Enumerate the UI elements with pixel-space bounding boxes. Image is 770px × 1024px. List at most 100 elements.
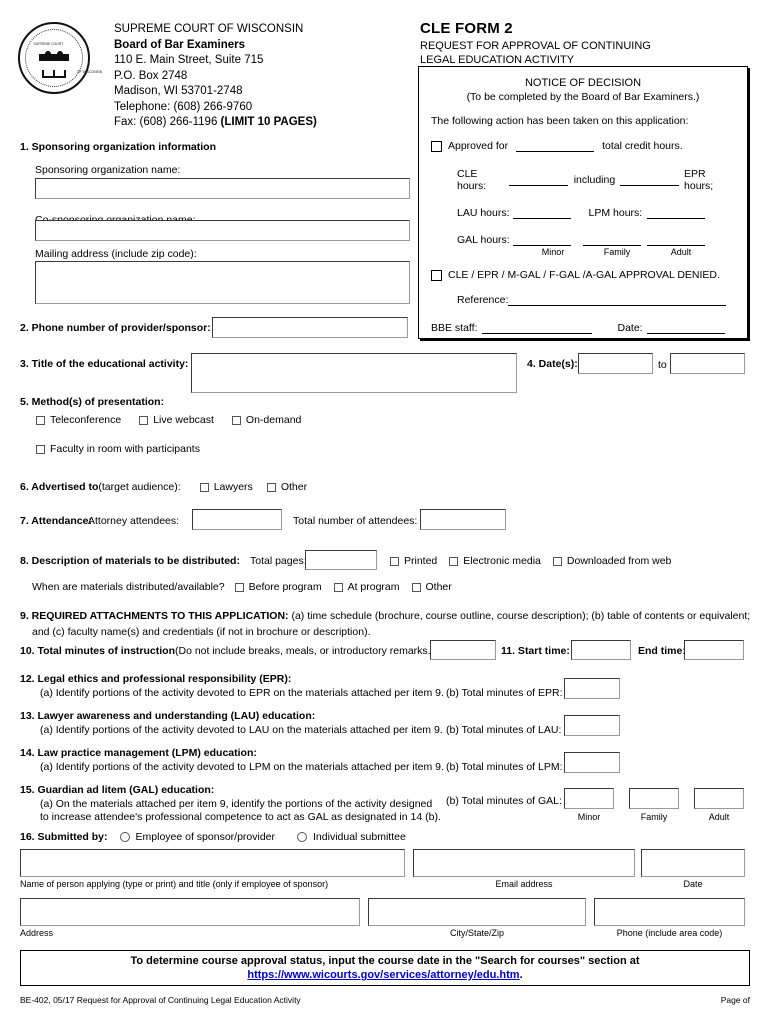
live-webcast-label: Live webcast bbox=[153, 414, 214, 426]
gal-adult-minutes-input[interactable] bbox=[694, 788, 744, 809]
total-pages-input[interactable] bbox=[305, 550, 377, 570]
section-15-heading: 15. Guardian ad litem (GAL) education: bbox=[20, 784, 215, 796]
approved-checkbox[interactable] bbox=[431, 140, 442, 152]
downloaded-from-web-checkbox[interactable] bbox=[552, 556, 562, 566]
notice-title: NOTICE OF DECISION bbox=[524, 77, 642, 89]
form-title-block: CLE FORM 2 REQUEST FOR APPROVAL OF CONTI… bbox=[420, 20, 750, 67]
lpm-minutes-input[interactable] bbox=[564, 752, 620, 773]
submit-date-input[interactable] bbox=[641, 849, 745, 877]
on-demand-checkbox[interactable] bbox=[231, 415, 241, 425]
section-10-row: 10. Total minutes of instruction (Do not… bbox=[20, 645, 437, 657]
before-program-checkbox[interactable] bbox=[234, 582, 244, 592]
section-13-a-text: (a) Identify portions of the activity de… bbox=[40, 724, 443, 736]
live-webcast-checkbox[interactable] bbox=[139, 415, 149, 425]
denied-checkbox[interactable] bbox=[431, 269, 442, 281]
teleconference-checkbox[interactable] bbox=[36, 415, 45, 425]
other-when-checkbox[interactable] bbox=[411, 582, 421, 592]
section-15-a-text-2: to increase attendee's professional comp… bbox=[40, 811, 441, 823]
seal-text-top: SUPREME COURT bbox=[33, 41, 64, 46]
provider-phone-input[interactable] bbox=[212, 317, 408, 338]
lawyers-checkbox[interactable] bbox=[199, 482, 209, 492]
attorney-attendees-input[interactable] bbox=[192, 509, 282, 530]
lpm-hours-label: LPM hours: bbox=[588, 207, 643, 219]
before-program-label: Before program bbox=[248, 581, 322, 593]
start-time-input[interactable] bbox=[571, 640, 631, 660]
gal-adult-field[interactable] bbox=[646, 235, 705, 246]
court-name: SUPREME COURT OF WISCONSIN bbox=[114, 23, 304, 35]
mailing-address-label: Mailing address (include zip code): bbox=[35, 248, 197, 260]
faculty-in-room-checkbox[interactable] bbox=[36, 444, 45, 454]
cle-hours-label: CLE hours: bbox=[457, 168, 487, 192]
notice-subtitle: (To be completed by the Board of Bar Exa… bbox=[466, 91, 700, 103]
applicant-name-caption: Name of person applying (type or print) … bbox=[20, 879, 329, 889]
address-line-3: Madison, WI 53701-2748 bbox=[114, 85, 243, 97]
gal-family-minutes-input[interactable] bbox=[629, 788, 679, 809]
bbe-staff-field[interactable] bbox=[481, 323, 592, 334]
applicant-name-input[interactable] bbox=[20, 849, 405, 877]
email-input[interactable] bbox=[413, 849, 635, 877]
section-13-heading: 13. Lawyer awareness and understanding (… bbox=[20, 710, 316, 722]
cle-hours-field[interactable] bbox=[508, 175, 568, 186]
employee-of-sponsor-radio[interactable] bbox=[119, 832, 130, 842]
notice-date-label: Date: bbox=[617, 322, 643, 334]
gal-minor-minutes-input[interactable] bbox=[564, 788, 614, 809]
section-5-heading: 5. Method(s) of presentation: bbox=[20, 396, 165, 408]
section-13-b-label: (b) Total minutes of LAU: bbox=[446, 724, 562, 736]
epr-hours-label: EPR hours; bbox=[684, 168, 714, 192]
total-attendees-input[interactable] bbox=[420, 509, 506, 530]
form-subtitle-line-2: LEGAL EDUCATION ACTIVITY bbox=[420, 54, 575, 66]
end-time-input[interactable] bbox=[684, 640, 744, 660]
wicourts-url-link[interactable]: https://www.wicourts.gov/services/attorn… bbox=[247, 969, 519, 981]
epr-minutes-input[interactable] bbox=[564, 678, 620, 699]
mailing-address-input[interactable] bbox=[35, 261, 410, 304]
notice-of-decision-box: NOTICE OF DECISION (To be completed by t… bbox=[418, 66, 748, 339]
gal-family-label: Family bbox=[603, 247, 631, 257]
printed-checkbox[interactable] bbox=[390, 556, 399, 566]
gal-family-caption: Family bbox=[640, 812, 668, 822]
form-number: CLE FORM 2 bbox=[420, 20, 513, 37]
cosponsoring-org-input[interactable] bbox=[35, 220, 410, 241]
attorney-attendees-label: Attorney attendees: bbox=[88, 515, 180, 527]
sponsoring-org-label: Sponsoring organization name: bbox=[35, 164, 181, 176]
lau-hours-field[interactable] bbox=[512, 208, 571, 219]
individual-submittee-label: Individual submittee bbox=[313, 831, 406, 843]
section-16-heading: 16. Submitted by: bbox=[20, 831, 108, 843]
activity-title-input[interactable] bbox=[191, 353, 517, 393]
lpm-hours-field[interactable] bbox=[647, 208, 706, 219]
phone-input[interactable] bbox=[594, 898, 745, 926]
approved-suffix: total credit hours. bbox=[602, 140, 683, 152]
at-program-checkbox[interactable] bbox=[333, 582, 343, 592]
gal-family-field[interactable] bbox=[582, 235, 641, 246]
gal-adult-label: Adult bbox=[670, 247, 692, 257]
total-minutes-input[interactable] bbox=[430, 640, 496, 660]
submit-date-caption: Date bbox=[683, 879, 703, 889]
section-12-b-label: (b) Total minutes of EPR: bbox=[446, 687, 563, 699]
gal-minor-field[interactable] bbox=[512, 235, 571, 246]
individual-submittee-radio[interactable] bbox=[297, 832, 308, 842]
printed-label: Printed bbox=[404, 555, 438, 567]
section-15-b-label: (b) Total minutes of GAL: bbox=[446, 795, 562, 807]
reference-field[interactable] bbox=[508, 295, 727, 306]
section-9-heading: 9. REQUIRED ATTACHMENTS TO THIS APPLICAT… bbox=[20, 610, 289, 622]
section-14-a-text: (a) Identify portions of the activity de… bbox=[40, 761, 444, 773]
other-audience-checkbox[interactable] bbox=[266, 482, 276, 492]
sponsoring-org-input[interactable] bbox=[35, 178, 410, 199]
electronic-media-checkbox[interactable] bbox=[449, 556, 459, 566]
date-from-input[interactable] bbox=[578, 353, 653, 374]
date-to-input[interactable] bbox=[670, 353, 745, 374]
lau-hours-label: LAU hours: bbox=[457, 207, 510, 219]
course-status-notice-box: To determine course approval status, inp… bbox=[20, 950, 750, 986]
city-state-zip-input[interactable] bbox=[368, 898, 586, 926]
notice-date-field[interactable] bbox=[646, 323, 725, 334]
epr-hours-field[interactable] bbox=[620, 175, 680, 186]
city-state-zip-caption: City/State/Zip bbox=[449, 928, 505, 938]
address-input[interactable] bbox=[20, 898, 360, 926]
end-time-label: End time: bbox=[638, 645, 686, 657]
section-9-line-2: and (c) faculty name(s) and credentials … bbox=[32, 626, 371, 638]
cle-form-2-page: SUPREME COURT OF WISCONSIN SUPREME COURT… bbox=[0, 0, 770, 1024]
materials-when-label: When are materials distributed/available… bbox=[32, 581, 225, 593]
approved-hours-field[interactable] bbox=[516, 141, 595, 152]
teleconference-label: Teleconference bbox=[50, 414, 122, 426]
lau-minutes-input[interactable] bbox=[564, 715, 620, 736]
lawyers-label: Lawyers bbox=[213, 481, 253, 493]
